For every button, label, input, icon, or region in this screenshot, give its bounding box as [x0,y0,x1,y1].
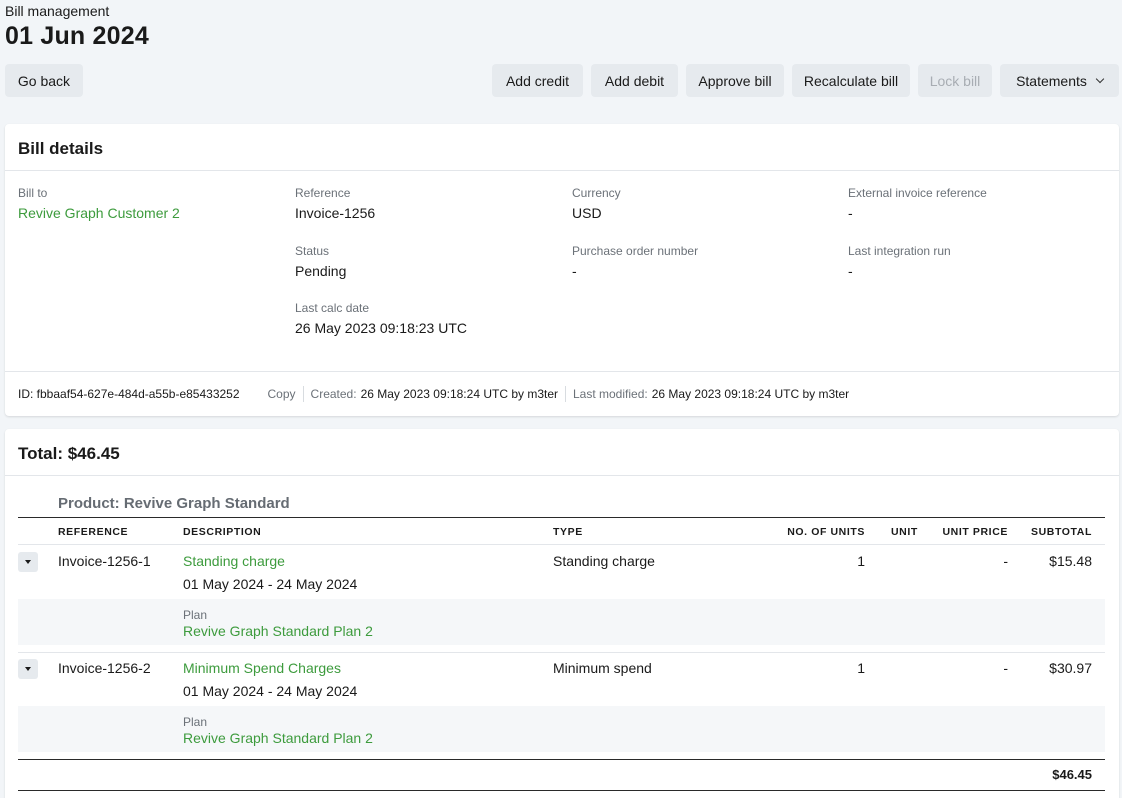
bill-to-link[interactable]: Revive Graph Customer 2 [18,205,180,221]
divider [18,652,1105,653]
column-header-description: DESCRIPTION [183,526,262,538]
modified-value: 26 May 2023 09:18:24 UTC by m3ter [651,386,850,401]
row-reference: Invoice-1256-1 [58,553,151,569]
po-number-label: Purchase order number [572,244,699,258]
caret-down-icon [25,667,31,671]
plan-label: Plan [183,608,208,622]
last-integration-value: - [848,263,853,279]
add-debit-button[interactable]: Add debit [591,64,678,97]
record-meta-bar: ID: fbbaaf54-627e-484d-a55b-e85433252 Co… [5,371,1119,415]
plan-detail-panel: Plan Revive Graph Standard Plan 2 [18,706,1105,752]
last-integration-label: Last integration run [848,244,951,258]
divider [18,790,1105,791]
plan-link[interactable]: Revive Graph Standard Plan 2 [183,623,373,639]
reference-value: Invoice-1256 [295,205,376,221]
caret-down-icon [25,560,31,564]
bill-details-card: Bill details Bill to Revive Graph Custom… [5,124,1119,416]
lock-bill-button[interactable]: Lock bill [918,64,992,97]
bill-details-heading: Bill details [5,124,1119,171]
external-ref-label: External invoice reference [848,186,987,200]
row-reference: Invoice-1256-2 [58,660,151,676]
statements-label: Statements [1016,72,1087,89]
add-credit-button[interactable]: Add credit [492,64,583,97]
bill-to-label: Bill to [18,186,48,200]
row-description-link[interactable]: Minimum Spend Charges [183,660,341,676]
divider [302,385,304,402]
status-field: Status Pending [295,244,346,279]
chevron-down-icon [1095,74,1105,83]
total-card: Total: $46.45 Product: Revive Graph Stan… [5,429,1119,798]
divider [18,759,1105,760]
row-description-link[interactable]: Standing charge [183,553,285,569]
bill-to-field: Bill to Revive Graph Customer 2 [18,186,180,221]
copy-id-button[interactable]: Copy [268,387,296,401]
breadcrumb: Bill management [5,3,110,19]
column-header-type: TYPE [553,526,583,538]
divider [565,385,566,402]
total-heading: Total: $46.45 [5,429,1119,476]
last-calc-label: Last calc date [295,301,370,315]
last-integration-field: Last integration run - [848,244,951,279]
currency-label: Currency [572,186,621,200]
modified-label: Last modified: [573,386,648,401]
record-id: ID: fbbaaf54-627e-484d-a55b-e85433252 [18,386,240,401]
statements-dropdown[interactable]: Statements [1000,64,1119,97]
row-subtotal: $15.48 [1049,553,1092,569]
plan-link[interactable]: Revive Graph Standard Plan 2 [183,730,373,746]
created-value: 26 May 2023 09:18:24 UTC by m3ter [360,386,558,401]
po-number-field: Purchase order number - [572,244,698,279]
column-header-unit: UNIT [891,526,918,538]
row-period: 01 May 2024 - 24 May 2024 [183,576,358,592]
currency-field: Currency USD [572,186,621,221]
expand-row-toggle[interactable] [18,552,38,572]
row-subtotal: $30.97 [1049,660,1092,676]
row-type: Minimum spend [553,660,652,676]
divider [18,544,1105,545]
divider [18,517,1105,518]
row-unit-price: - [1003,660,1008,676]
last-calc-field: Last calc date 26 May 2023 09:18:23 UTC [295,301,467,336]
column-header-unit-price: UNIT PRICE [942,526,1008,538]
external-ref-field: External invoice reference - [848,186,987,221]
status-value: Pending [295,263,347,279]
external-ref-value: - [848,205,853,221]
expand-row-toggle[interactable] [18,659,38,679]
status-label: Status [295,244,330,258]
recalculate-bill-button[interactable]: Recalculate bill [792,64,910,97]
row-type: Standing charge [553,553,655,569]
plan-label: Plan [183,715,208,729]
reference-label: Reference [295,186,351,200]
plan-detail-panel: Plan Revive Graph Standard Plan 2 [18,599,1105,645]
product-heading: Product: Revive Graph Standard [58,495,290,512]
row-units: 1 [857,660,865,676]
column-header-subtotal: SUBTOTAL [1031,526,1092,538]
page-title: 01 Jun 2024 [5,22,149,50]
row-units: 1 [857,553,865,569]
last-calc-value: 26 May 2023 09:18:23 UTC [295,320,467,336]
currency-value: USD [572,205,602,221]
row-period: 01 May 2024 - 24 May 2024 [183,683,358,699]
column-header-units: NO. OF UNITS [787,526,865,538]
grand-total: $46.45 [1052,767,1092,782]
created-label: Created: [310,386,357,401]
go-back-button[interactable]: Go back [5,64,83,97]
row-unit-price: - [1003,553,1008,569]
approve-bill-button[interactable]: Approve bill [686,64,784,97]
column-header-reference: REFERENCE [58,526,129,538]
reference-field: Reference Invoice-1256 [295,186,375,221]
po-number-value: - [572,263,577,279]
